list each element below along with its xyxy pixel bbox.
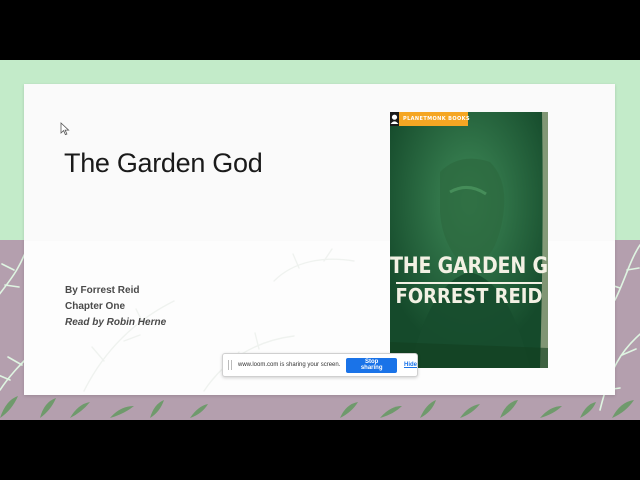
mouse-cursor-icon	[60, 122, 70, 136]
author-line: By Forrest Reid	[65, 285, 140, 296]
narrator-line: Read by Robin Herne	[65, 317, 167, 328]
stop-sharing-button[interactable]: Stop sharing	[346, 357, 397, 373]
cover-title: THE GARDEN GOD	[390, 253, 548, 279]
share-message: www.loom.com is sharing your screen.	[238, 362, 341, 368]
slide-title: The Garden God	[64, 148, 263, 178]
hide-link[interactable]: Hide	[404, 362, 417, 368]
monk-logo-icon	[390, 112, 399, 126]
slide-credits: By Forrest Reid Chapter One Read by Robi…	[65, 283, 166, 331]
top-letterbox-bar	[0, 0, 640, 60]
drag-handle-icon[interactable]	[228, 360, 232, 370]
book-cover-image: PLANETMONK BOOKS THE GARDEN GOD FORREST …	[390, 112, 548, 368]
bottom-letterbox-bar	[0, 420, 640, 480]
chapter-line: Chapter One	[65, 301, 126, 312]
presentation-slide: The Garden God By Forrest Reid Chapter O…	[24, 84, 615, 395]
publisher-badge: PLANETMONK BOOKS	[390, 112, 470, 126]
cover-author: FORREST REID	[395, 284, 543, 309]
cover-portrait-art	[390, 112, 548, 368]
screen-share-notification-bar: www.loom.com is sharing your screen. Sto…	[222, 353, 418, 377]
publisher-name: PLANETMONK BOOKS	[403, 116, 470, 122]
